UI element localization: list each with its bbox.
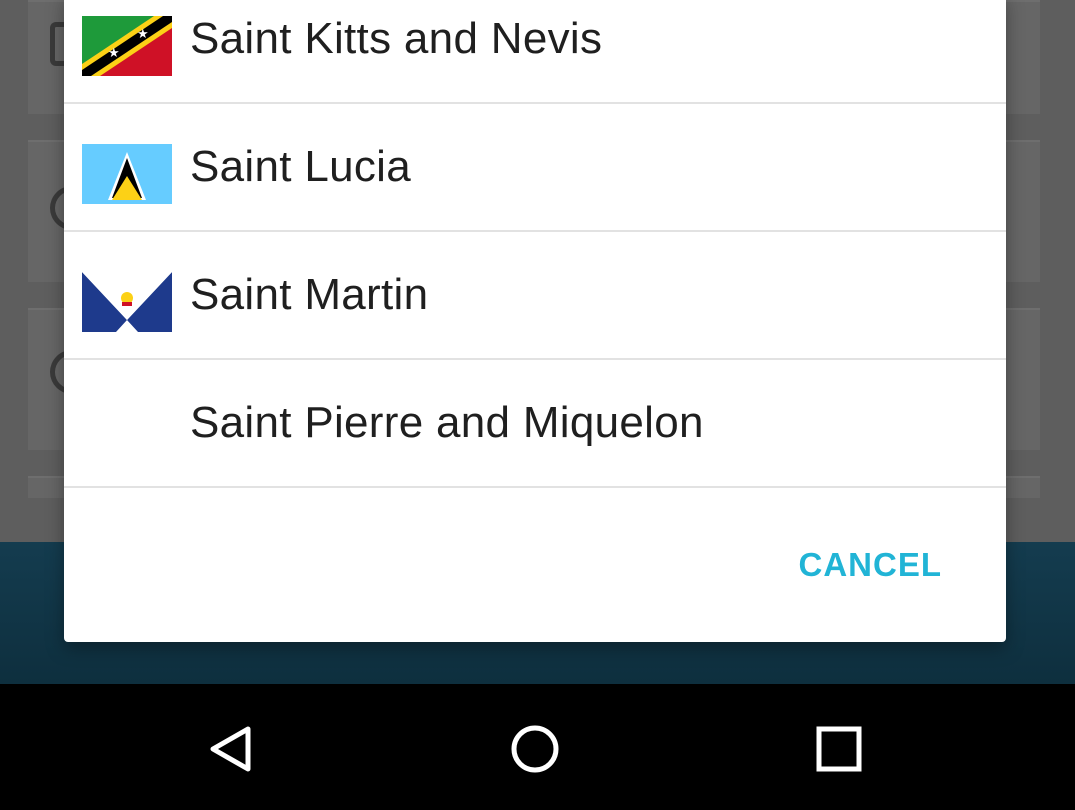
country-label: Saint Lucia	[190, 142, 412, 191]
country-option-saint-kitts-and-nevis[interactable]: ★ ★ Saint Kitts and Nevis	[64, 0, 1006, 104]
home-circle-icon[interactable]	[490, 704, 580, 794]
saint-lucia-flag-icon	[82, 144, 172, 204]
country-label: Saint Martin	[190, 270, 429, 319]
svg-text:★: ★	[108, 46, 120, 61]
cancel-button[interactable]: CANCEL	[799, 546, 943, 583]
svg-text:★: ★	[137, 27, 149, 42]
saint-kitts-and-nevis-flag-icon: ★ ★	[82, 16, 172, 76]
recents-square-icon[interactable]	[794, 704, 884, 794]
country-picker-dialog: ★ ★ Saint Kitts and Nevis Saint Lucia Sa…	[64, 0, 1006, 642]
country-option-saint-pierre-and-miquelon[interactable]: Saint Pierre and Miquelon	[64, 360, 1006, 488]
country-label: Saint Pierre and Miquelon	[190, 398, 704, 447]
navigation-bar	[0, 684, 1075, 810]
back-triangle-icon[interactable]	[187, 704, 277, 794]
country-label: Saint Kitts and Nevis	[190, 14, 603, 63]
saint-martin-flag-icon	[82, 272, 172, 332]
country-option-saint-martin[interactable]: Saint Martin	[64, 232, 1006, 360]
country-option-saint-lucia[interactable]: Saint Lucia	[64, 104, 1006, 232]
